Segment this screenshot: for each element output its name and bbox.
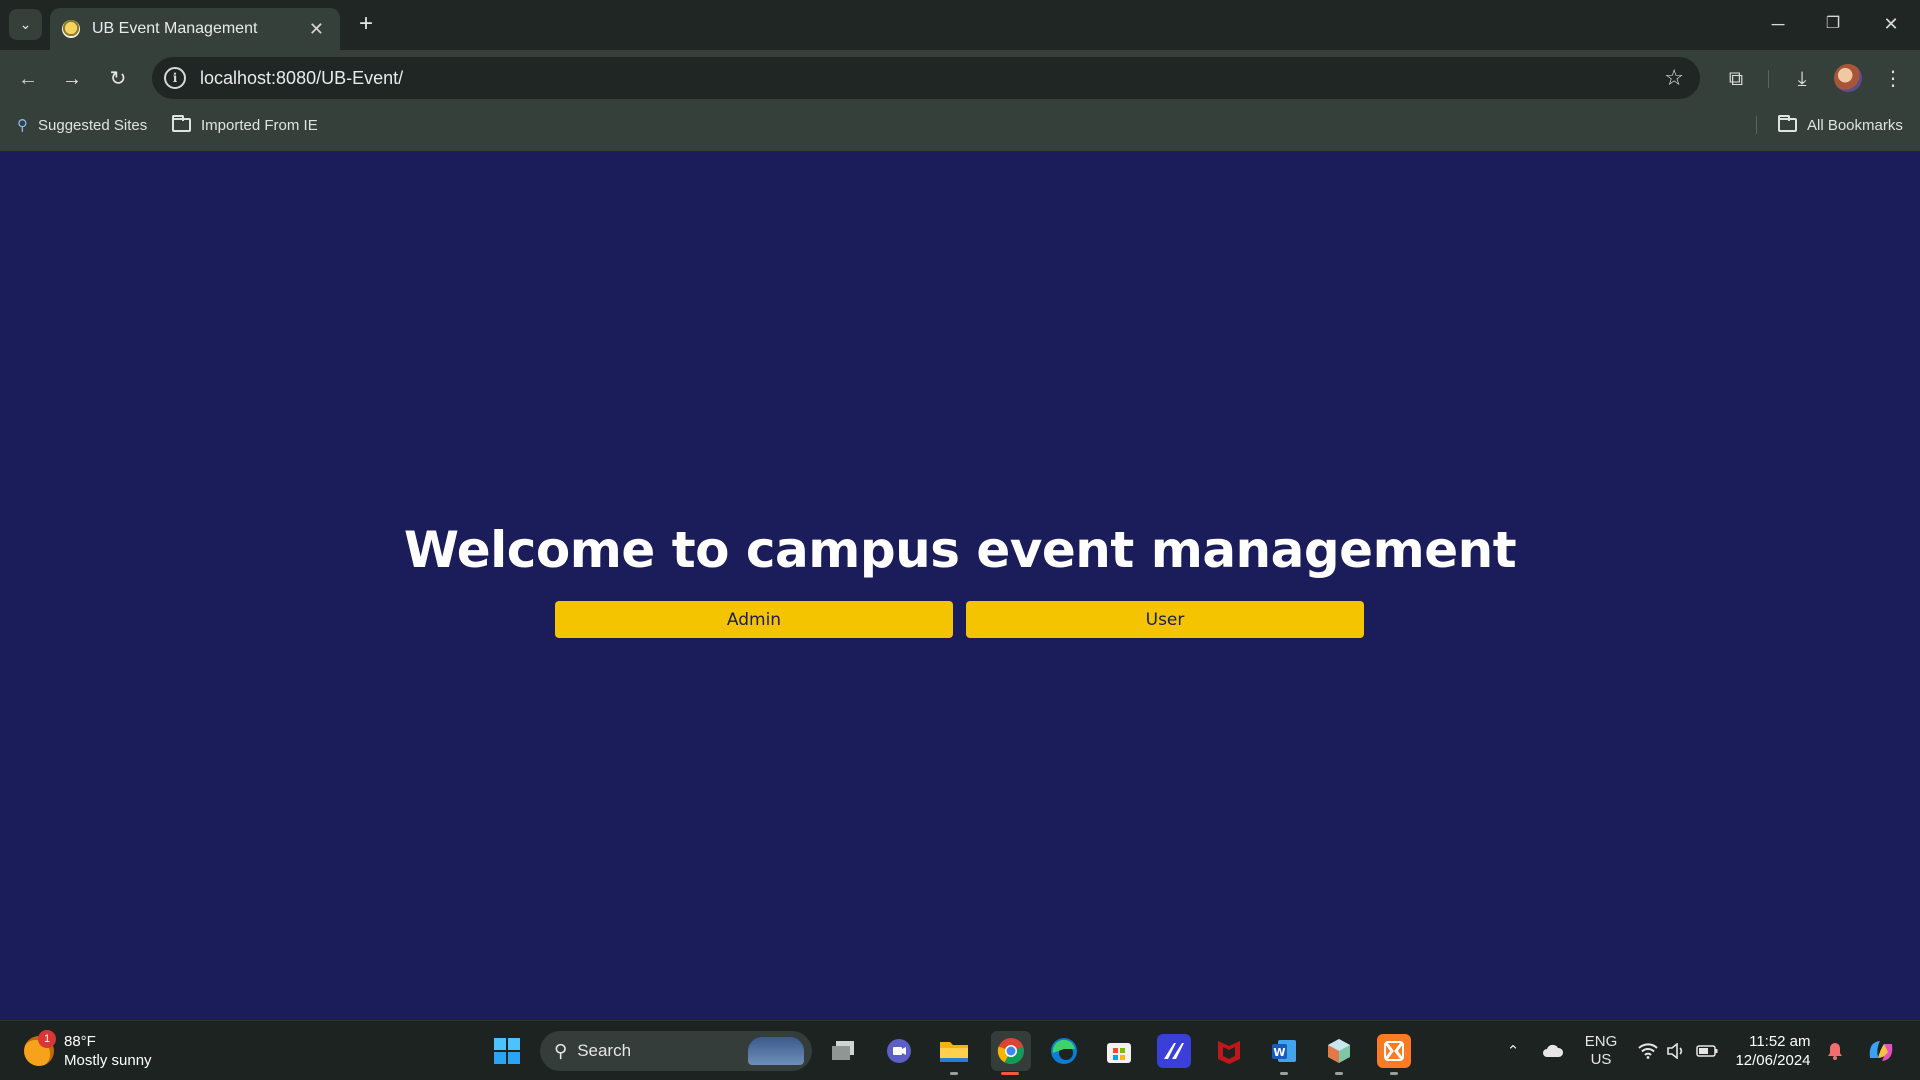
site-info-icon[interactable]: i — [164, 67, 186, 89]
window-close-button[interactable]: ✕ — [1873, 10, 1909, 38]
back-arrow-icon[interactable]: ← — [13, 64, 43, 94]
address-url[interactable]: localhost:8080/UB-Event/ — [200, 68, 1664, 89]
page-content: Welcome to campus event management Admin… — [0, 151, 1920, 1020]
windows-start-icon[interactable] — [490, 1034, 524, 1068]
folder-icon — [1778, 115, 1797, 132]
menu-kebab-icon[interactable]: ⋮ — [1878, 64, 1908, 94]
browser-tab-bar: ⌄ UB Event Management ✕ + ─ ❐ ✕ — [0, 0, 1920, 50]
page-title: Welcome to campus event management — [403, 521, 1517, 579]
restore-button[interactable]: ❐ — [1815, 10, 1851, 38]
taskbar: 1 88°F Mostly sunny ⚲ Search W ⌃ ENG US … — [0, 1020, 1920, 1080]
show-hidden-icons-chevron-icon[interactable]: ⌃ — [1500, 1031, 1526, 1071]
notification-bell-icon[interactable] — [1822, 1031, 1848, 1071]
visual-studio-icon[interactable] — [1157, 1034, 1191, 1068]
browser-toolbar: ← → ↻ i localhost:8080/UB-Event/ ☆ ⧉ ⤓ ⋮ — [0, 50, 1920, 108]
xampp-icon[interactable] — [1377, 1034, 1411, 1068]
bookmarks-divider — [1756, 116, 1757, 134]
language-code: ENG — [1584, 1033, 1618, 1050]
user-button[interactable]: User — [966, 601, 1364, 638]
new-tab-button[interactable]: + — [352, 10, 380, 38]
extensions-icon[interactable]: ⧉ — [1721, 64, 1751, 94]
chevron-down-icon: ⌄ — [19, 16, 32, 32]
running-indicator-active — [1001, 1072, 1019, 1075]
weather-sun-icon: 1 — [24, 1030, 56, 1066]
app-cube-icon[interactable] — [1322, 1034, 1356, 1068]
minimize-button[interactable]: ─ — [1760, 10, 1796, 38]
admin-button[interactable]: Admin — [555, 601, 953, 638]
bookmark-label: Suggested Sites — [38, 116, 148, 134]
profile-avatar[interactable] — [1834, 64, 1862, 92]
bookmark-suggested-sites[interactable]: ⚲ Suggested Sites — [17, 108, 147, 142]
clock[interactable]: 11:52 am 12/06/2024 — [1730, 1031, 1816, 1071]
weather-temperature: 88°F — [64, 1033, 96, 1050]
wifi-icon[interactable] — [1634, 1031, 1662, 1071]
search-icon: ⚲ — [554, 1040, 568, 1061]
reload-icon[interactable]: ↻ — [103, 64, 133, 94]
mcafee-icon[interactable] — [1212, 1034, 1246, 1068]
running-indicator — [1280, 1072, 1288, 1075]
clock-time: 11:52 am — [1749, 1033, 1811, 1050]
edge-icon[interactable] — [1047, 1034, 1081, 1068]
meet-icon[interactable] — [882, 1034, 916, 1068]
region-code: US — [1590, 1051, 1612, 1068]
tab-title: UB Event Management — [92, 20, 258, 37]
weather-widget[interactable]: 1 88°F Mostly sunny — [24, 1029, 152, 1073]
browser-tab[interactable]: UB Event Management ✕ — [50, 8, 340, 50]
file-explorer-icon[interactable] — [937, 1034, 971, 1068]
site-favicon-icon — [62, 20, 80, 38]
word-icon[interactable]: W — [1267, 1034, 1301, 1068]
copilot-icon[interactable] — [1862, 1031, 1900, 1071]
running-indicator — [1390, 1072, 1398, 1075]
tab-search-button[interactable]: ⌄ — [9, 9, 42, 40]
taskbar-search[interactable]: ⚲ Search — [540, 1031, 812, 1071]
notification-badge: 1 — [38, 1030, 56, 1048]
forward-arrow-icon[interactable]: → — [57, 64, 87, 94]
language-indicator[interactable]: ENG US — [1580, 1031, 1622, 1071]
bookmark-star-icon[interactable]: ☆ — [1664, 65, 1684, 91]
battery-icon[interactable] — [1692, 1031, 1722, 1071]
download-icon[interactable]: ⤓ — [1787, 64, 1817, 94]
microsoft-store-icon[interactable] — [1102, 1034, 1136, 1068]
folder-icon — [172, 115, 191, 132]
tab-close-icon[interactable]: ✕ — [305, 19, 328, 40]
onedrive-cloud-icon[interactable] — [1538, 1031, 1568, 1071]
bookmark-label: Imported From IE — [201, 116, 318, 134]
clock-date: 12/06/2024 — [1735, 1052, 1811, 1069]
address-bar[interactable]: i localhost:8080/UB-Event/ ☆ — [152, 57, 1700, 99]
task-view-icon[interactable] — [827, 1034, 861, 1068]
all-bookmarks-label: All Bookmarks — [1807, 116, 1903, 134]
weather-condition: Mostly sunny — [64, 1052, 152, 1069]
taskbar-search-label: Search — [577, 1041, 632, 1060]
search-highlight-image — [748, 1037, 804, 1065]
svg-text:W: W — [1273, 1046, 1285, 1059]
bookmarks-bar: ⚲ Suggested Sites Imported From IE All B… — [0, 108, 1920, 151]
running-indicator — [950, 1072, 958, 1075]
volume-icon[interactable] — [1662, 1031, 1690, 1071]
chrome-icon[interactable] — [991, 1031, 1031, 1071]
bookmark-imported-from-ie[interactable]: Imported From IE — [172, 108, 318, 142]
toolbar-divider — [1768, 70, 1769, 88]
all-bookmarks-button[interactable]: All Bookmarks — [1778, 108, 1903, 142]
search-icon: ⚲ — [17, 117, 28, 134]
running-indicator — [1335, 1072, 1343, 1075]
